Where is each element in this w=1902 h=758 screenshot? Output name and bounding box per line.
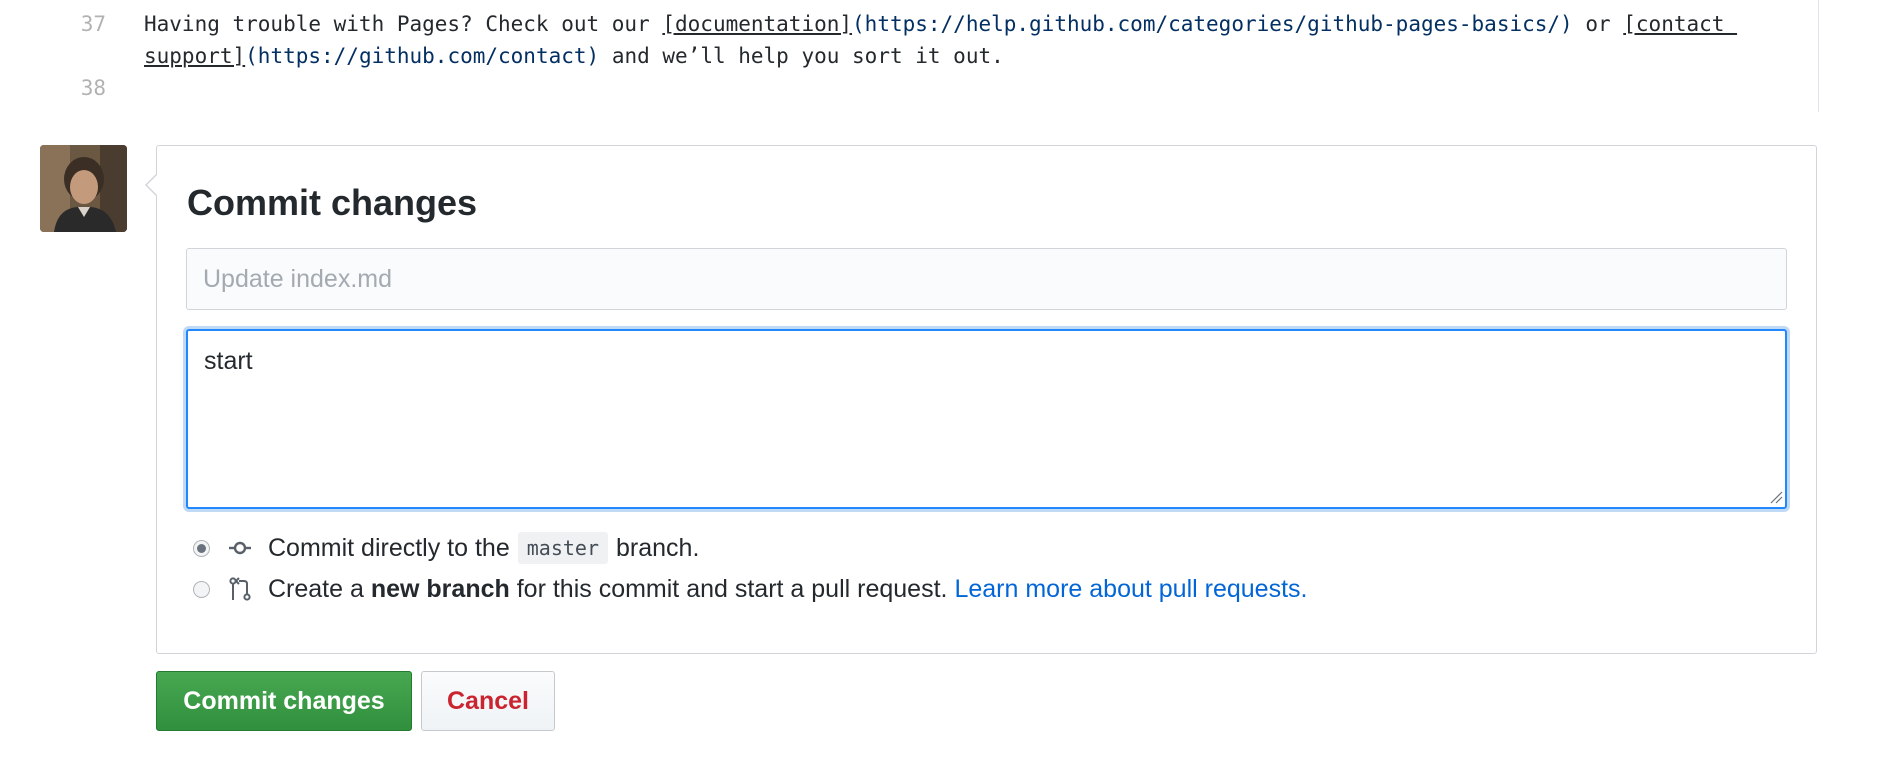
md-link-url: (https://help.github.com/categories/gith… <box>852 12 1573 36</box>
commit-directly-label-prefix: Commit directly to the <box>268 533 510 562</box>
new-branch-option[interactable]: Create a new branch for this commit and … <box>193 569 1307 609</box>
resize-grip-icon[interactable] <box>1769 490 1783 504</box>
branch-name-badge: master <box>517 532 608 564</box>
learn-more-pull-requests-link[interactable]: Learn more about pull requests. <box>954 575 1307 604</box>
git-commit-icon <box>228 536 252 560</box>
line-text-plain: Having trouble with Pages? Check out our <box>144 12 663 36</box>
md-link-text: [contact <box>1623 12 1738 36</box>
commit-directly-label-suffix: branch. <box>616 533 700 562</box>
line-text-plain: or <box>1572 12 1624 36</box>
radio-selected-dot <box>197 543 206 553</box>
file-editor[interactable]: 37 Having trouble with Pages? Check out … <box>0 0 1819 112</box>
line-number: 37 <box>80 12 106 36</box>
new-branch-label-bold: new branch <box>370 574 510 603</box>
commit-directly-radio[interactable] <box>193 539 210 557</box>
line-text: Having trouble with Pages? Check out our… <box>144 8 1737 40</box>
cancel-button[interactable]: Cancel <box>421 671 555 731</box>
line-text-plain: and we’ll help you sort it out. <box>599 44 1004 68</box>
new-branch-radio[interactable] <box>193 580 210 598</box>
commit-summary-input[interactable] <box>186 248 1787 310</box>
new-branch-label-suffix: for this commit and start a pull request… <box>516 574 948 603</box>
line-text: support](https://github.com/contact) and… <box>144 40 1004 72</box>
md-link-text: support] <box>144 44 246 68</box>
avatar-image <box>40 145 127 232</box>
git-pull-request-icon <box>228 577 252 601</box>
line-number: 38 <box>80 76 106 100</box>
commit-directly-option[interactable]: Commit directly to the master branch. <box>193 528 699 568</box>
commit-description-textarea[interactable] <box>186 329 1787 509</box>
commit-form: Commit changes Commit directly to the ma… <box>145 145 1817 654</box>
commit-changes-button[interactable]: Commit changes <box>156 671 412 731</box>
md-link-text: [documentation] <box>662 12 853 36</box>
avatar[interactable] <box>40 145 127 232</box>
commit-form-title: Commit changes <box>187 182 478 223</box>
new-branch-label-prefix: Create a <box>268 574 364 603</box>
md-link-url: (https://github.com/contact) <box>245 44 600 68</box>
